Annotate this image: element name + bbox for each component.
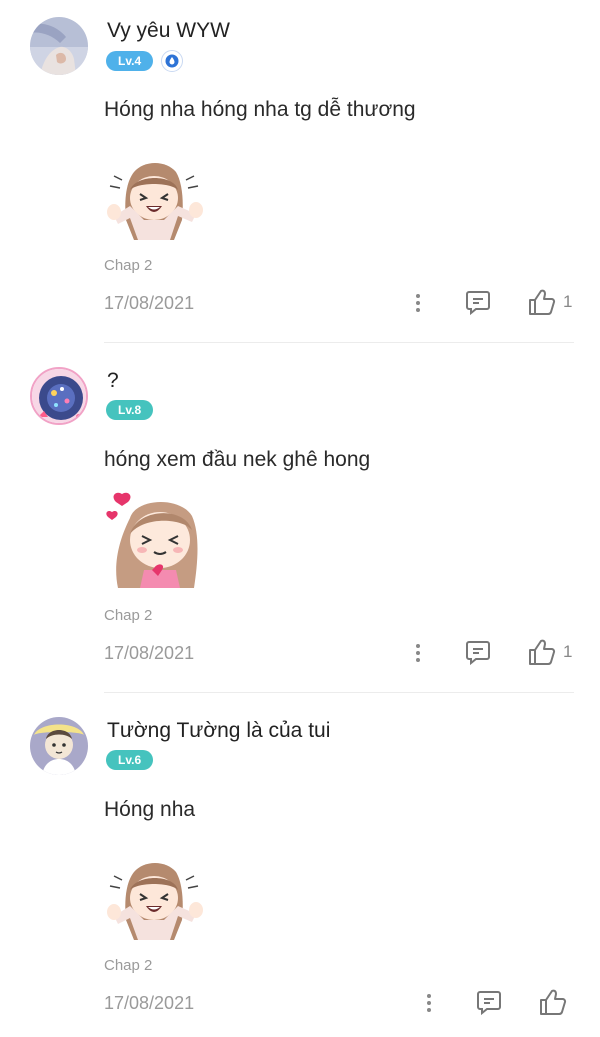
comment-item: ? Lv.8 hóng xem đầu nek ghê hong Chap 2 … — [0, 350, 600, 693]
thumbs-up-icon — [540, 989, 567, 1015]
comment-text: Hóng nha hóng nha tg dễ thương — [104, 98, 416, 121]
comment-date: 17/08/2021 — [104, 643, 195, 663]
like-button[interactable] — [538, 988, 574, 1016]
like-button[interactable]: 1 — [527, 288, 572, 316]
avatar[interactable] — [30, 17, 88, 75]
reply-comment-icon[interactable] — [464, 638, 492, 666]
level-badge: Lv.6 — [106, 750, 154, 770]
like-count: 1 — [563, 642, 573, 661]
comment-item: Vy yêu WYW Lv.4 Hóng nha hóng nha tg dễ … — [0, 0, 600, 343]
username[interactable]: Vy yêu WYW — [107, 19, 230, 43]
like-button[interactable]: 1 — [527, 638, 572, 666]
chapter-label[interactable]: Chap 2 — [104, 957, 152, 974]
avatar[interactable] — [30, 367, 88, 425]
username[interactable]: Tường Tường là của tui — [107, 719, 330, 743]
comment-text: hóng xem đầu nek ghê hong — [104, 448, 371, 471]
reply-comment-icon[interactable] — [464, 288, 492, 316]
vip-drop-badge-icon — [161, 50, 184, 72]
level-badge: Lv.8 — [106, 400, 154, 420]
like-count: 1 — [563, 292, 573, 311]
more-vertical-icon[interactable] — [421, 992, 437, 1014]
divider — [104, 342, 574, 343]
username[interactable]: ? — [107, 369, 119, 393]
divider — [104, 692, 574, 693]
badges: Lv.4 — [106, 50, 184, 72]
girl-cheering-sticker — [104, 160, 204, 247]
chapter-label[interactable]: Chap 2 — [104, 607, 152, 624]
comment-date: 17/08/2021 — [104, 993, 195, 1013]
girl-heart-sticker — [104, 490, 204, 595]
comment-text: Hóng nha — [104, 798, 196, 821]
girl-cheering-sticker — [104, 860, 204, 947]
thumbs-up-icon — [529, 639, 556, 665]
more-vertical-icon[interactable] — [410, 292, 426, 314]
badges: Lv.8 — [106, 400, 154, 420]
thumbs-up-icon — [529, 289, 556, 315]
badges: Lv.6 — [106, 750, 154, 770]
more-vertical-icon[interactable] — [410, 642, 426, 664]
reply-comment-icon[interactable] — [475, 988, 503, 1016]
chapter-label[interactable]: Chap 2 — [104, 257, 152, 274]
avatar[interactable] — [30, 717, 88, 775]
comment-date: 17/08/2021 — [104, 293, 195, 313]
level-badge: Lv.4 — [106, 51, 154, 71]
comment-item: Tường Tường là của tui Lv.6 Hóng nha Cha… — [0, 700, 600, 1037]
